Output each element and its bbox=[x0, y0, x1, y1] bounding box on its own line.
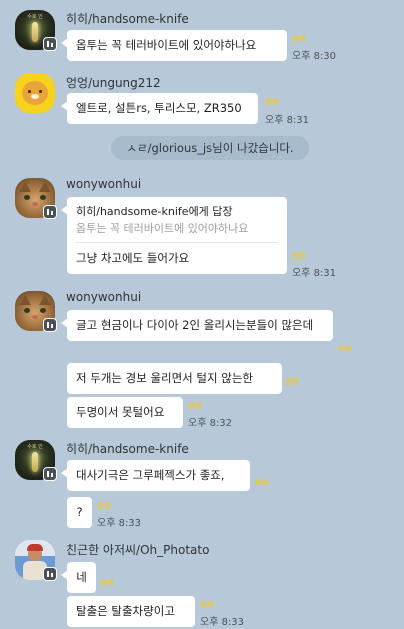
avatar-caption: 수호 인 bbox=[27, 14, 43, 20]
unread-count: 99 bbox=[285, 377, 299, 388]
message-bubble[interactable]: ? bbox=[67, 497, 92, 528]
reply-bubble[interactable]: 히히/handsome-knife에게 답장 옵투는 꼭 테러바이트에 있어야하… bbox=[61, 197, 287, 274]
message-bubble[interactable]: 글고 현금이나 다이아 2인 올리시는분들이 많은데 bbox=[61, 310, 333, 341]
unread-count: 99 bbox=[97, 501, 111, 512]
sender-name: wonywonhui bbox=[66, 177, 142, 191]
reply-target: 히히/handsome-knife에게 답장 bbox=[76, 205, 233, 218]
avatar-caption: 수호 인 bbox=[27, 444, 43, 450]
profile-badge-icon bbox=[43, 567, 57, 581]
message-bubble[interactable]: 탈출은 탈출차량이고 bbox=[67, 596, 195, 627]
reply-divider bbox=[76, 242, 278, 243]
message-bubble[interactable]: 옵투는 꼭 테러바이트에 있어야하나요 bbox=[61, 30, 287, 61]
sender-name: 친근한 아저씨/Oh_Photato bbox=[66, 543, 210, 557]
unread-count: 99 bbox=[292, 34, 306, 45]
avatar-image bbox=[32, 452, 38, 472]
message-time: 오후 8:31 bbox=[292, 268, 337, 279]
avatar-image bbox=[32, 22, 38, 42]
sender-name: 엉엉/ungung212 bbox=[66, 76, 161, 90]
unread-count: 99 bbox=[200, 600, 214, 611]
message-bubble[interactable]: 네 bbox=[61, 562, 96, 593]
chat-room: 수호 인 히히/handsome-knife 옵투는 꼭 테러바이트에 있어야하… bbox=[0, 0, 404, 629]
sender-name: 히히/handsome-knife bbox=[66, 442, 189, 456]
unread-count: 99 bbox=[338, 344, 352, 355]
message-time: 오후 8:33 bbox=[97, 518, 142, 529]
unread-count: 99 bbox=[188, 401, 202, 412]
unread-count: 99 bbox=[265, 97, 279, 108]
sender-name: wonywonhui bbox=[66, 290, 142, 304]
reply-quote: 옵투는 꼭 테러바이트에 있어야하나요 bbox=[76, 222, 249, 235]
profile-badge-icon bbox=[43, 467, 57, 481]
message-time: 오후 8:32 bbox=[188, 418, 233, 429]
message-bubble[interactable]: 대사기극은 그루페젝스가 좋죠, bbox=[61, 460, 250, 491]
sender-name: 히히/handsome-knife bbox=[66, 12, 189, 26]
unread-count: 99 bbox=[100, 578, 114, 589]
profile-badge-icon bbox=[43, 205, 57, 219]
message-time: 오후 8:31 bbox=[265, 115, 310, 126]
profile-badge-icon bbox=[43, 37, 57, 51]
ryan-face-icon bbox=[22, 81, 48, 105]
message-bubble[interactable]: 두명이서 못털어요 bbox=[67, 397, 183, 428]
profile-badge-icon bbox=[43, 318, 57, 332]
reply-text: 그냥 차고에도 들어가요 bbox=[76, 251, 190, 265]
message-bubble[interactable]: 저 두개는 경보 울리면서 털지 않는한 bbox=[67, 363, 282, 394]
message-bubble[interactable]: 엘트로, 설튼rs, 투리스모, ZR350 bbox=[61, 93, 258, 124]
avatar-ungung212[interactable] bbox=[15, 73, 55, 113]
system-notice: ㅅㄹ/glorious_js님이 나갔습니다. bbox=[111, 136, 309, 160]
unread-count: 99 bbox=[292, 251, 306, 262]
message-time: 오후 8:30 bbox=[292, 51, 337, 62]
message-time: 오후 8:33 bbox=[200, 617, 245, 628]
unread-count: 99 bbox=[255, 478, 269, 489]
